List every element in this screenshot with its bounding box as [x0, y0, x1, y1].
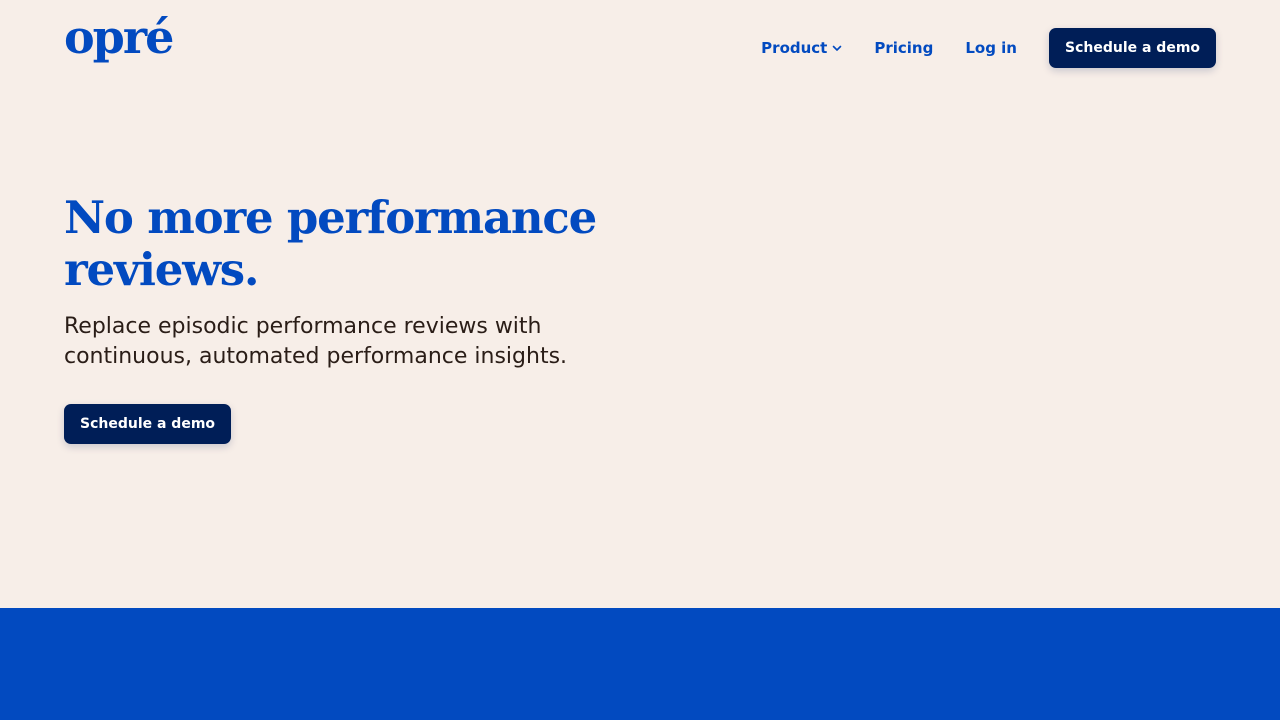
page: opré Product Pricing Log in Schedule a d… — [0, 0, 1280, 720]
hero-title: No more performance reviews. — [64, 191, 597, 296]
logo[interactable]: opré — [64, 14, 174, 60]
blue-section-band — [0, 608, 1280, 720]
hero-schedule-demo-button[interactable]: Schedule a demo — [64, 404, 231, 444]
main-nav: Product Pricing Log in Schedule a demo — [761, 28, 1216, 68]
chevron-down-icon — [832, 43, 842, 53]
site-header: opré Product Pricing Log in Schedule a d… — [0, 0, 1280, 96]
nav-login-link[interactable]: Log in — [965, 39, 1017, 57]
nav-product-label: Product — [761, 39, 828, 57]
hero-subtitle: Replace episodic performance reviews wit… — [64, 314, 568, 369]
header-schedule-demo-button[interactable]: Schedule a demo — [1049, 28, 1216, 68]
hero-section: No more performance reviews. Replace epi… — [64, 192, 664, 444]
nav-product-dropdown[interactable]: Product — [761, 39, 842, 57]
nav-pricing-link[interactable]: Pricing — [874, 39, 933, 57]
